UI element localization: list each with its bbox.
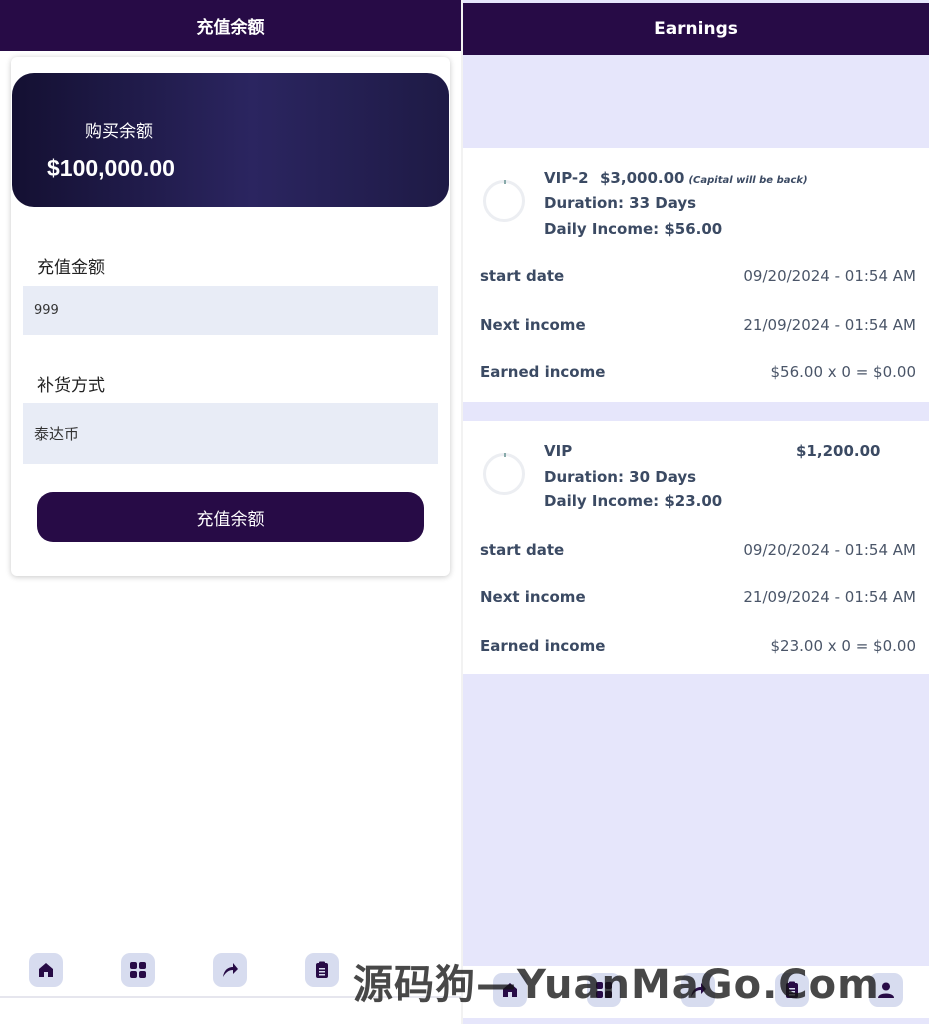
earned-income-value: $23.00 x 0 = $0.00 bbox=[770, 637, 917, 655]
earning-card: VIP-2 $3,000.00 (Capital will be back) Du… bbox=[463, 148, 929, 402]
page-title: 充值余额 bbox=[0, 0, 461, 51]
plan-amount-value: $1,200.00 bbox=[796, 442, 881, 460]
nav-home-button[interactable] bbox=[29, 953, 63, 987]
method-select[interactable]: 泰达币 bbox=[23, 403, 438, 464]
plan-amount-value: $3,000.00 bbox=[600, 169, 685, 187]
amount-input[interactable]: 999 bbox=[23, 286, 438, 335]
grid-icon bbox=[130, 962, 146, 978]
method-label: 补货方式 bbox=[37, 376, 105, 396]
plan-amount: $3,000.00 (Capital will be back) bbox=[600, 169, 808, 187]
earnings-screen: Earnings VIP-2 $3,000.00 (Capital will be… bbox=[463, 0, 929, 1024]
earnings-title: Earnings bbox=[463, 3, 929, 55]
next-income-label: Next income bbox=[480, 588, 586, 606]
clipboard-icon bbox=[316, 961, 328, 978]
start-date-value: 09/20/2024 - 01:54 AM bbox=[743, 541, 916, 559]
progress-ring-icon bbox=[483, 453, 525, 495]
plan-title: VIP-2 bbox=[544, 169, 589, 187]
earned-income-label: Earned income bbox=[480, 637, 606, 655]
balance-value: $100,000.00 bbox=[47, 155, 175, 181]
duration-text: Duration: 30 Days bbox=[544, 468, 697, 486]
plan-title: VIP bbox=[544, 442, 573, 460]
amount-label: 充值金额 bbox=[37, 258, 105, 278]
capital-note: (Capital will be back) bbox=[688, 175, 808, 186]
nav-share-button[interactable] bbox=[213, 953, 247, 987]
balance-label: 购买余额 bbox=[85, 122, 153, 142]
next-income-label: Next income bbox=[480, 316, 586, 334]
balance-banner: 购买余额 $100,000.00 bbox=[12, 73, 449, 207]
start-date-value: 09/20/2024 - 01:54 AM bbox=[743, 267, 916, 285]
duration-text: Duration: 33 Days bbox=[544, 194, 697, 212]
earning-card: VIP $1,200.00 Duration: 30 Days Daily In… bbox=[463, 421, 929, 674]
watermark-text: 源码狗—YuanMaGo.Com bbox=[353, 962, 880, 1008]
earned-income-label: Earned income bbox=[480, 363, 606, 381]
nav-orders-button[interactable] bbox=[305, 953, 339, 987]
next-income-value: 21/09/2024 - 01:54 AM bbox=[743, 588, 916, 606]
recharge-card: 购买余额 $100,000.00 充值金额 999 补货方式 泰达币 充值余额 bbox=[11, 57, 450, 576]
recharge-button[interactable]: 充值余额 bbox=[37, 492, 424, 542]
progress-ring-icon bbox=[483, 180, 525, 222]
start-date-label: start date bbox=[480, 267, 565, 285]
start-date-label: start date bbox=[480, 541, 565, 559]
next-income-value: 21/09/2024 - 01:54 AM bbox=[743, 316, 916, 334]
earned-income-value: $56.00 x 0 = $0.00 bbox=[770, 363, 917, 381]
daily-income-text: Daily Income: $56.00 bbox=[544, 220, 723, 238]
home-icon bbox=[39, 963, 53, 977]
nav-grid-button[interactable] bbox=[121, 953, 155, 987]
share-arrow-icon bbox=[223, 963, 238, 977]
daily-income-text: Daily Income: $23.00 bbox=[544, 492, 723, 510]
plan-name: VIP-2 bbox=[544, 169, 589, 187]
recharge-screen: 充值余额 购买余额 $100,000.00 充值金额 999 补货方式 泰达币 … bbox=[0, 0, 461, 1024]
